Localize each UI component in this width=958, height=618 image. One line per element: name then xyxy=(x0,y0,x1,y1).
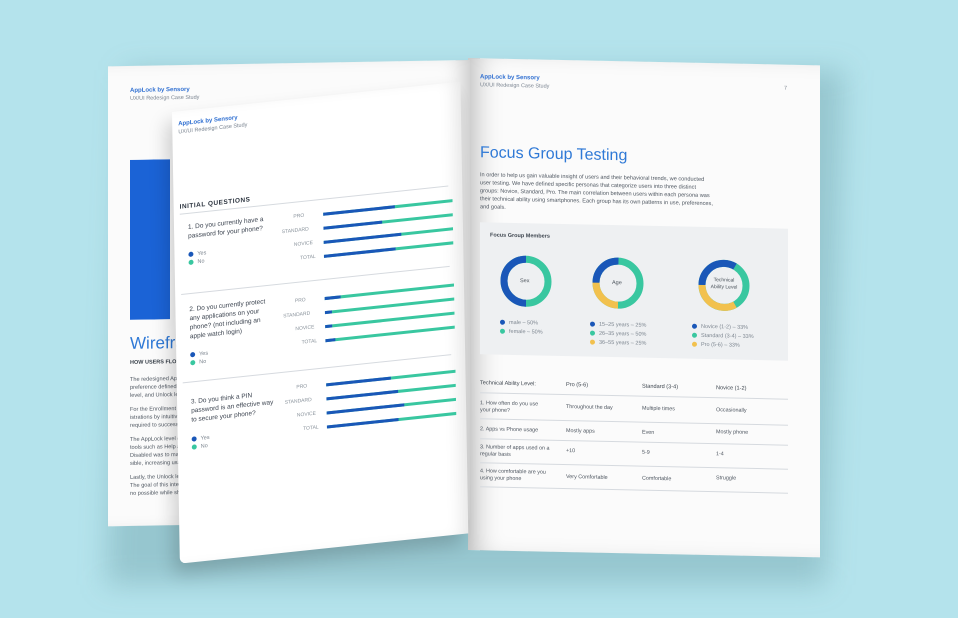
legend-novice: Novice (1-2) – 33% xyxy=(701,323,749,331)
table-cell: Multiple times xyxy=(642,405,675,413)
legend-age-2: 26–35 years – 50% xyxy=(599,330,647,338)
bar-fill xyxy=(323,232,402,244)
question-1: 1. Do you currently have a password for … xyxy=(187,216,264,241)
table-cell: +10 xyxy=(566,448,576,455)
donut-technical-ability-label: Technical Ability Level xyxy=(710,277,738,291)
question-3-legend: Yes No xyxy=(191,434,210,452)
question-1-legend: Yes No xyxy=(188,249,206,267)
question-2: 2. Do you currently protect any applicat… xyxy=(189,298,266,341)
bar-fill xyxy=(326,418,399,429)
legend-standard: Standard (3-4) – 33% xyxy=(701,332,754,340)
table-cell: Mostly phone xyxy=(716,429,749,436)
bar-label: TOTAL xyxy=(303,424,319,433)
legend-age-3: 36–55 years – 25% xyxy=(599,339,647,347)
question-1-bars: PRO STANDARD NOVICE TOTAL xyxy=(282,195,454,261)
bar-fill xyxy=(324,295,341,301)
booklet-scene: AppLock by Sensory UX/UI Redesign Case S… xyxy=(0,0,958,618)
donut-age-legend: 15–25 years – 25% 26–35 years – 50% 36–5… xyxy=(590,321,646,349)
left-header-title: AppLock by Sensory xyxy=(130,86,190,94)
bar-label: NOVICE xyxy=(295,324,315,333)
table-cell: Throughout the day xyxy=(566,404,613,412)
bar-fill xyxy=(323,220,382,230)
table-cell: Occasionally xyxy=(716,407,747,414)
bar-label: TOTAL xyxy=(301,338,318,346)
right-page: AppLock by Sensory UX/UI Redesign Case S… xyxy=(468,58,820,558)
left-header-subtitle: UX/UI Redesign Case Study xyxy=(130,94,200,102)
table-divider xyxy=(480,418,788,426)
table-cell: Mostly apps xyxy=(566,428,595,435)
bar-fill xyxy=(326,376,391,387)
donut-sex-legend: male – 50% female – 50% xyxy=(500,319,543,338)
how-users-flow-label: HOW USERS FLOW xyxy=(130,359,182,366)
table-cell: 1. How often do you use your phone? xyxy=(480,400,539,414)
table-cell: Very Comfortable xyxy=(566,474,608,481)
table-cell: 4. How comfortable are you using your ph… xyxy=(480,468,546,483)
donut-age-label: Age xyxy=(612,280,622,287)
bar-label: PRO xyxy=(296,383,308,391)
right-header-title: AppLock by Sensory xyxy=(480,74,540,82)
donut-sex-label: Sex xyxy=(520,278,530,285)
question-divider xyxy=(182,354,452,384)
legend-yes: Yes xyxy=(199,350,209,358)
legend-pro: Pro (5-6) – 33% xyxy=(701,341,740,349)
table-cell: 2. Apps vs Phone usage xyxy=(480,426,539,434)
table-cell: Even xyxy=(642,429,655,436)
bar-label: STANDARD xyxy=(284,396,312,406)
table-cell: 5-9 xyxy=(642,449,650,456)
table-divider xyxy=(480,486,788,494)
blue-block xyxy=(130,159,170,320)
bar-fill xyxy=(324,310,332,315)
bar-fill xyxy=(326,389,398,401)
initial-questions-title: INITIAL QUESTIONS xyxy=(179,196,251,211)
question-2-legend: Yes No xyxy=(190,350,208,368)
focus-group-members-label: Focus Group Members xyxy=(490,232,550,240)
legend-no: No xyxy=(197,258,205,266)
legend-age-1: 15–25 years – 25% xyxy=(599,321,647,329)
bar-fill xyxy=(325,338,336,343)
right-header-subtitle: UX/UI Redesign Case Study xyxy=(480,82,550,90)
table-header-pro: Pro (5-6) xyxy=(566,382,589,389)
curling-page: AppLock by Sensory UX/UI Redesign Case S… xyxy=(172,81,469,564)
question-2-bars: PRO STANDARD NOVICE TOTAL xyxy=(283,279,455,346)
donut-ability-legend: Novice (1-2) – 33% Standard (3-4) – 33% … xyxy=(692,323,754,351)
bar-fill xyxy=(325,324,332,329)
legend-yes: Yes xyxy=(200,434,210,442)
bar-fill xyxy=(326,403,405,415)
table-cell: 1-4 xyxy=(716,451,724,458)
right-heading: Focus Group Testing xyxy=(480,144,628,165)
ability-table: Technical Ability Level: Pro (5-6) Stand… xyxy=(480,380,788,498)
legend-female: female – 50% xyxy=(509,328,543,336)
focus-group-panel: Focus Group Members Sex Age Technical Ab… xyxy=(480,222,788,361)
bar-label: PRO xyxy=(294,297,306,305)
table-cell: 3. Number of apps used on a regular basi… xyxy=(480,444,550,458)
legend-no: No xyxy=(200,443,208,450)
bar-label: STANDARD xyxy=(281,226,309,236)
bar-fill xyxy=(323,205,395,216)
bar-label: PRO xyxy=(293,212,305,220)
bar-label: STANDARD xyxy=(283,310,311,320)
table-header-level: Technical Ability Level: xyxy=(480,380,536,388)
legend-yes: Yes xyxy=(197,250,207,258)
bar-fill xyxy=(323,247,396,258)
legend-male: male – 50% xyxy=(509,319,539,327)
right-intro-paragraph: In order to help us gain valuable insigh… xyxy=(480,172,713,211)
table-header-novice: Novice (1-2) xyxy=(716,385,747,392)
bar-label: NOVICE xyxy=(296,410,316,419)
table-cell: Struggle xyxy=(716,475,737,482)
legend-no: No xyxy=(199,358,207,366)
table-header-standard: Standard (3-4) xyxy=(642,383,679,391)
right-page-number: 7 xyxy=(784,85,788,92)
table-divider xyxy=(480,392,788,400)
table-cell: Comfortable xyxy=(642,475,672,483)
question-3: 3. Do you think a PIN password is an eff… xyxy=(190,392,274,424)
bar-label: TOTAL xyxy=(300,253,316,262)
bar-label: NOVICE xyxy=(293,239,314,248)
